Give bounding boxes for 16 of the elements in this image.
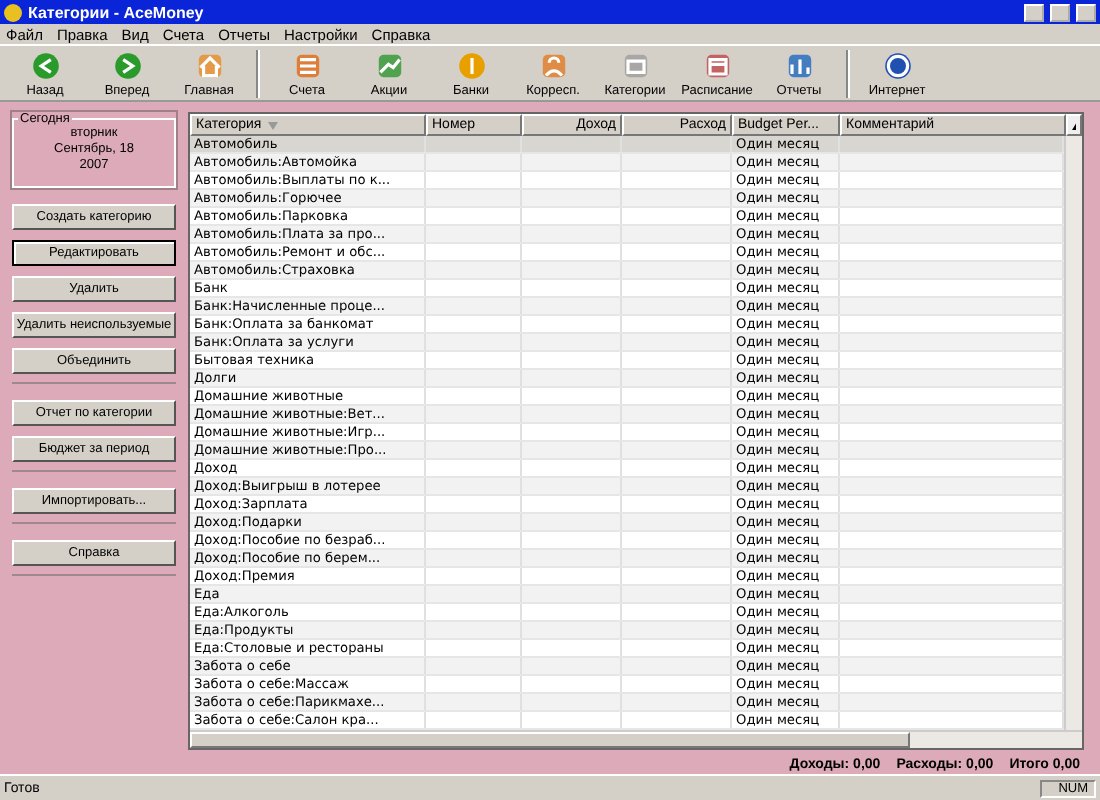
close-button[interactable] (1076, 3, 1096, 21)
window-title: Категории - AceMoney (28, 3, 206, 21)
house-icon (193, 49, 225, 81)
scroll-up-button[interactable] (1066, 114, 1082, 136)
restore-button[interactable] (1050, 3, 1070, 21)
trend-icon (373, 49, 405, 81)
ledger-icon (291, 49, 323, 81)
up-arrow-icon (1072, 121, 1076, 129)
app-logo-icon (4, 3, 22, 21)
horizontal-scrollbar[interactable] (190, 730, 1082, 748)
globe-icon (881, 49, 913, 81)
coin-icon (455, 49, 487, 81)
vertical-scrollbar[interactable] (1064, 136, 1082, 730)
calendar-icon (701, 49, 733, 81)
bar-chart-icon (783, 49, 815, 81)
minimize-button[interactable] (1024, 3, 1044, 21)
